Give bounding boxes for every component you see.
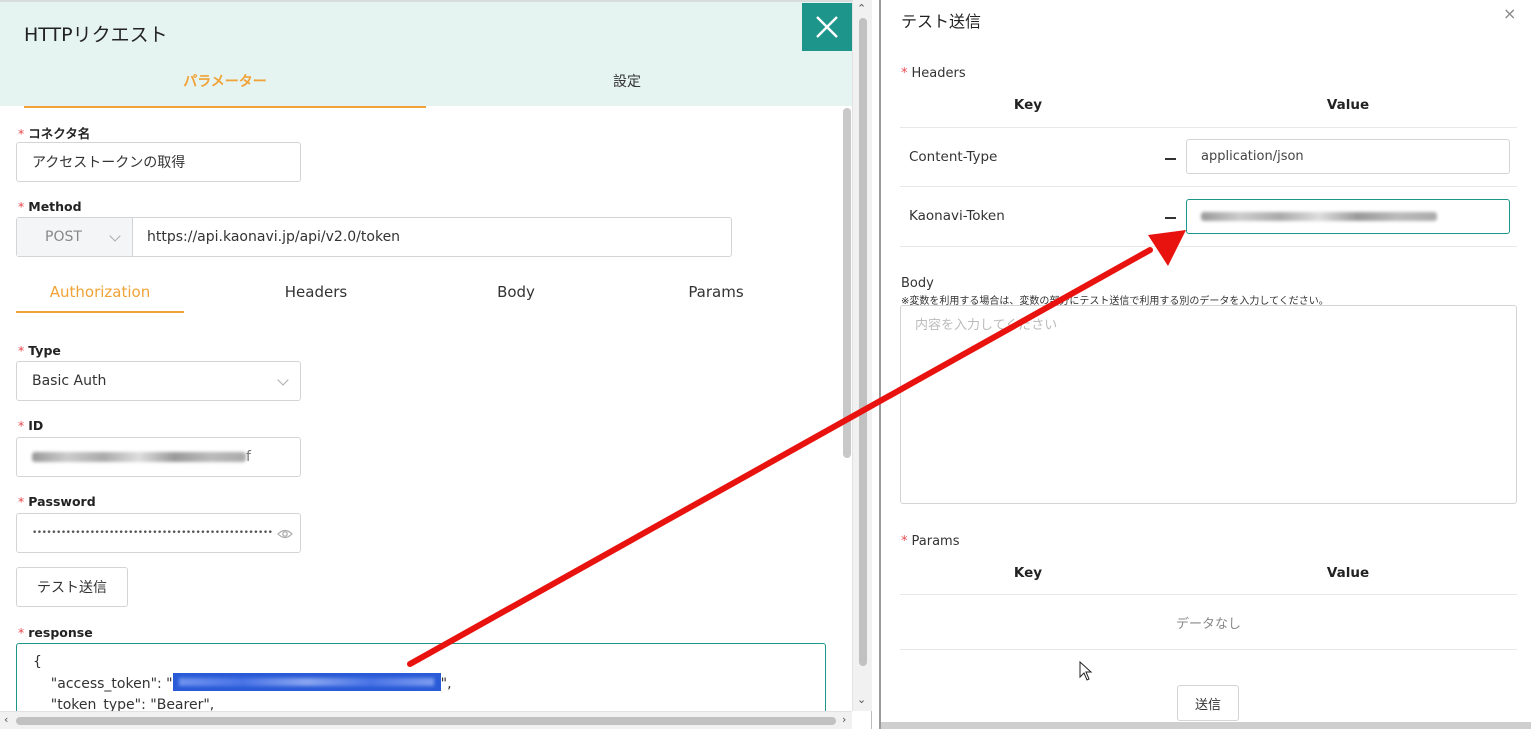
- chevron-down-icon: [277, 374, 289, 386]
- tab-params[interactable]: Params: [632, 283, 800, 313]
- tab-authorization[interactable]: Authorization: [16, 283, 184, 313]
- password-label: * Password: [18, 494, 96, 509]
- eye-icon[interactable]: [277, 528, 293, 540]
- id-label: * ID: [18, 418, 44, 433]
- header-value-kaonavi-token[interactable]: [1186, 199, 1510, 234]
- remove-row-icon[interactable]: [1165, 158, 1176, 160]
- body-label: Body: [901, 276, 934, 291]
- scroll-down-icon[interactable]: ⌄: [857, 693, 866, 706]
- divider: [900, 186, 1517, 187]
- method-row: POST https://api.kaonavi.jp/api/v2.0/tok…: [16, 217, 732, 257]
- type-value: Basic Auth: [32, 373, 107, 389]
- horizontal-scrollbar[interactable]: ‹ ›: [0, 711, 852, 729]
- scroll-left-icon[interactable]: ‹: [4, 713, 8, 726]
- close-button[interactable]: [802, 3, 852, 51]
- password-input[interactable]: ••••••••••••••••••••••••••••••••••••••••…: [16, 513, 301, 553]
- selected-access-token: [172, 673, 441, 691]
- tab-body[interactable]: Body: [432, 283, 600, 313]
- remove-row-icon[interactable]: [1165, 217, 1176, 219]
- redacted-id: [32, 452, 246, 462]
- url-input[interactable]: https://api.kaonavi.jp/api/v2.0/token: [133, 218, 731, 256]
- header-key-kaonavi-token: Kaonavi-Token: [909, 208, 1005, 224]
- params-label: * Params: [901, 534, 960, 549]
- method-label: * Method: [18, 199, 82, 214]
- tab-headers[interactable]: Headers: [232, 283, 400, 313]
- id-suffix: f: [246, 449, 251, 465]
- divider: [900, 594, 1517, 595]
- header-key-content-type: Content-Type: [909, 149, 998, 165]
- response-label: * response: [18, 625, 93, 640]
- method-value: POST: [45, 229, 82, 245]
- connector-name-input[interactable]: アクセストークンの取得: [16, 142, 301, 182]
- headers-value-column: Value: [1326, 97, 1370, 113]
- type-select[interactable]: Basic Auth: [16, 361, 301, 401]
- response-textarea[interactable]: { "access_token": " ", "token_type": "Bea…: [16, 643, 826, 713]
- type-label: * Type: [18, 343, 61, 358]
- scroll-up-icon[interactable]: ⌃: [857, 2, 866, 15]
- divider: [900, 127, 1517, 128]
- divider: [900, 649, 1517, 650]
- vertical-scroll-thumb[interactable]: [859, 18, 867, 666]
- params-empty-state: データなし: [1175, 617, 1241, 632]
- panel-header: HTTPリクエスト パラメーター 設定: [0, 0, 852, 108]
- params-value-column: Value: [1326, 565, 1370, 581]
- form-scrollbar[interactable]: [843, 108, 851, 458]
- test-send-dialog: テスト送信 × * Headers Key Value Content-Type …: [879, 0, 1531, 729]
- http-request-panel: HTTPリクエスト パラメーター 設定 * コネクタ名 アクセストークンの取得 *…: [0, 0, 872, 729]
- vertical-scrollbar[interactable]: ⌃ ⌄: [852, 0, 872, 711]
- tab-parameters[interactable]: パラメーター: [24, 72, 426, 108]
- method-select[interactable]: POST: [17, 218, 133, 256]
- close-icon[interactable]: ×: [1503, 4, 1516, 23]
- chevron-down-icon: [109, 230, 121, 242]
- body-textarea[interactable]: 内容を入力してください: [900, 305, 1517, 504]
- divider: [900, 246, 1517, 247]
- connector-name-label: * コネクタ名: [18, 126, 91, 141]
- scroll-right-icon[interactable]: ›: [842, 713, 846, 726]
- dialog-bottom-border: [881, 722, 1531, 729]
- close-icon: [816, 16, 838, 38]
- headers-label: * Headers: [901, 66, 966, 81]
- send-button[interactable]: 送信: [1177, 685, 1239, 721]
- horizontal-scroll-thumb[interactable]: [16, 717, 836, 725]
- headers-key-column: Key: [1013, 97, 1043, 113]
- redacted-token: [1201, 212, 1437, 221]
- tab-settings[interactable]: 設定: [426, 72, 828, 108]
- header-value-content-type[interactable]: application/json: [1186, 139, 1510, 174]
- test-send-button[interactable]: テスト送信: [16, 567, 128, 607]
- response-key-access-token: "access_token": ": [33, 676, 173, 692]
- response-key-access-token-end: ",: [440, 676, 452, 692]
- page-title: HTTPリクエスト: [24, 24, 168, 46]
- id-input[interactable]: f: [16, 437, 301, 477]
- mouse-cursor-icon: [1079, 661, 1093, 681]
- response-line-1: {: [33, 654, 42, 670]
- dialog-title: テスト送信: [901, 12, 982, 31]
- password-value: ••••••••••••••••••••••••••••••••••••••••…: [32, 528, 272, 538]
- params-key-column: Key: [1013, 565, 1043, 581]
